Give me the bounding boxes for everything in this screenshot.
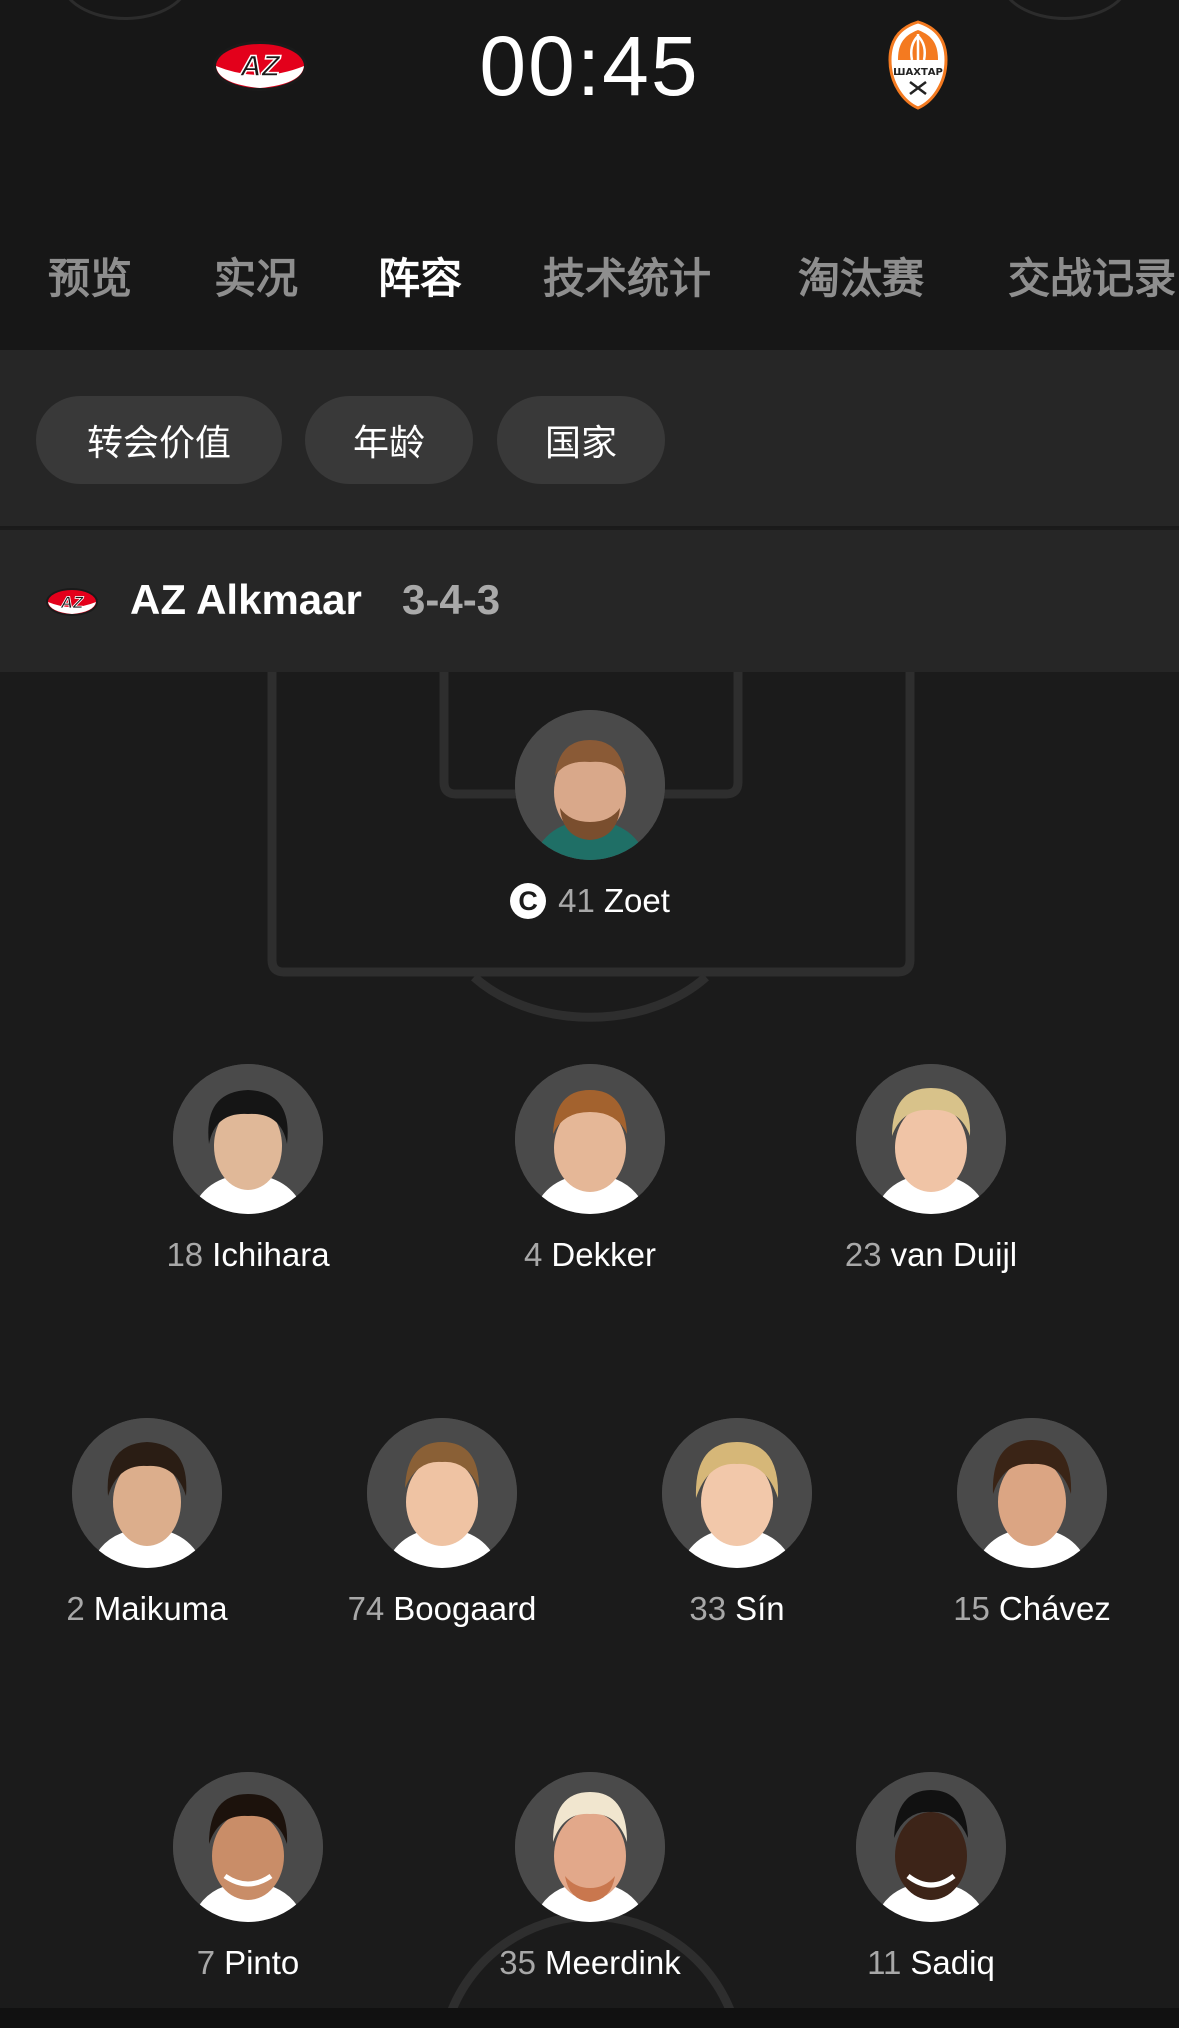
player-number: 35 [499, 1944, 536, 1981]
lineup-pitch: C 41 Zoet 18 Ichihara 4 Dekker 23 van Du… [0, 672, 1179, 2028]
player-label: 15 Chávez [902, 1590, 1162, 1628]
team-formation: 3-4-3 [402, 576, 501, 623]
player-name: Chávez [998, 1590, 1111, 1627]
player-name: Meerdink [544, 1944, 681, 1981]
player-photo [515, 1064, 665, 1214]
team-logo-icon: AZ [45, 587, 99, 617]
player-card[interactable]: 18 Ichihara [118, 1064, 378, 1314]
player-label: 11 Sadiq [801, 1944, 1061, 1982]
player-number: 11 [867, 1944, 902, 1981]
tab-lineup[interactable]: 阵容 [378, 245, 462, 306]
player-name: Pinto [224, 1944, 300, 1981]
player-name: Dekker [551, 1236, 656, 1273]
player-number: 23 [844, 1236, 882, 1273]
team-logo-text: AZ [60, 593, 84, 612]
player-number: 74 [347, 1590, 385, 1627]
captain-icon: C [510, 883, 547, 919]
player-photo [957, 1418, 1107, 1568]
player-photo [72, 1418, 222, 1568]
player-number: 7 [196, 1944, 216, 1981]
match-tabs: 预览 实况 阵容 技术统计 淘汰赛 交战记录 [0, 245, 1179, 305]
player-name: van Duijl [890, 1236, 1018, 1273]
player-number: 4 [524, 1236, 543, 1273]
player-photo [515, 710, 665, 860]
player-photo [856, 1772, 1006, 1922]
player-number: 15 [953, 1590, 990, 1627]
tab-live[interactable]: 实况 [214, 245, 298, 306]
player-name: Zoet [603, 882, 670, 919]
player-card[interactable]: 33 Sín [607, 1418, 867, 1668]
tab-preview[interactable]: 预览 [48, 245, 132, 306]
header-decoration [60, 0, 190, 20]
player-card[interactable]: C 41 Zoet [460, 710, 720, 960]
player-label: 7 Pinto [118, 1944, 378, 1982]
player-name: Sadiq [910, 1944, 995, 1981]
player-photo [856, 1064, 1006, 1214]
player-label: C 41 Zoet [460, 882, 720, 920]
player-label: 35 Meerdink [460, 1944, 720, 1982]
player-card[interactable]: 2 Maikuma [17, 1418, 277, 1668]
team-name: AZ Alkmaar [130, 576, 362, 623]
player-card[interactable]: 23 van Duijl [801, 1064, 1061, 1314]
away-team-logo[interactable]: ШАХТАР [888, 20, 948, 110]
player-label: 2 Maikuma [17, 1590, 277, 1628]
player-card[interactable]: 7 Pinto [118, 1772, 378, 2022]
player-name: Ichihara [212, 1236, 330, 1273]
player-photo [173, 1772, 323, 1922]
player-card[interactable]: 74 Boogaard [312, 1418, 572, 1668]
player-label: 74 Boogaard [312, 1590, 572, 1628]
bottom-bar [0, 2008, 1179, 2028]
tab-head-to-head[interactable]: 交战记录 [1008, 245, 1176, 306]
player-name: Maikuma [93, 1590, 228, 1627]
player-photo [173, 1064, 323, 1214]
tab-knockout[interactable]: 淘汰赛 [798, 245, 924, 306]
filter-age-chip[interactable]: 年龄 [305, 396, 473, 484]
player-card[interactable]: 4 Dekker [460, 1064, 720, 1314]
tab-stats[interactable]: 技术统计 [543, 245, 711, 306]
player-number: 33 [689, 1590, 727, 1627]
player-label: 18 Ichihara [118, 1236, 378, 1274]
player-photo [662, 1418, 812, 1568]
player-label: 23 van Duijl [801, 1236, 1061, 1274]
player-number: 41 [558, 882, 595, 919]
player-photo [367, 1418, 517, 1568]
player-card[interactable]: 35 Meerdink [460, 1772, 720, 2022]
player-label: 33 Sín [607, 1590, 867, 1628]
player-card[interactable]: 11 Sadiq [801, 1772, 1061, 2022]
header-decoration [1000, 0, 1130, 20]
away-logo-text: ШАХТАР [893, 67, 943, 78]
player-photo [515, 1772, 665, 1922]
match-clock: 00:45 [479, 19, 700, 113]
player-name: Boogaard [393, 1590, 537, 1627]
filter-market-value-chip[interactable]: 转会价值 [36, 396, 282, 484]
match-header: AZ 00:45 ШАХТАР 预览 实况 阵容 技术统计 淘汰赛 交战记录 [0, 0, 1179, 350]
filter-country-chip[interactable]: 国家 [497, 396, 665, 484]
player-number: 2 [66, 1590, 85, 1627]
player-card[interactable]: 15 Chávez [902, 1418, 1162, 1668]
player-number: 18 [166, 1236, 204, 1273]
player-name: Sín [735, 1590, 785, 1627]
lineup-filter-bar: 转会价值 年龄 国家 [0, 350, 1179, 528]
team-header: AZ AZ Alkmaar 3-4-3 [0, 530, 1179, 672]
player-label: 4 Dekker [460, 1236, 720, 1274]
